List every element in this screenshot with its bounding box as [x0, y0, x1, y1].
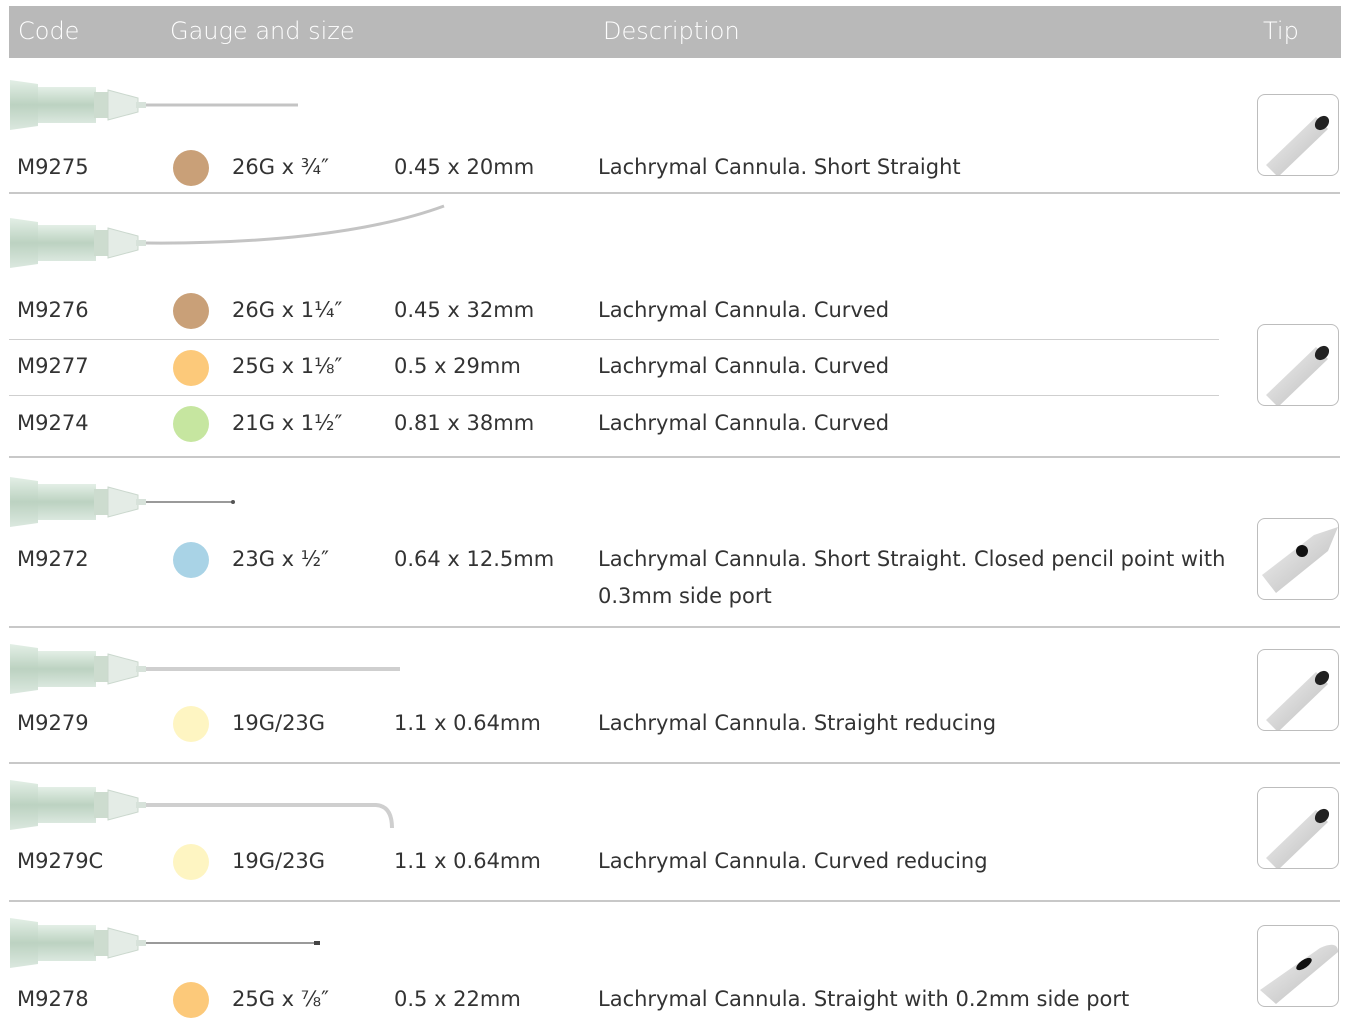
product-gauge: 26G x ¾″: [232, 155, 329, 179]
product-code: M9272: [17, 547, 89, 571]
header-description: Description: [603, 17, 740, 45]
product-code: M9278: [17, 987, 89, 1011]
product-gauge: 19G/23G: [232, 849, 326, 873]
hub-color-swatch: [173, 982, 209, 1018]
hub-color-swatch: [173, 350, 209, 386]
product-code: M9276: [17, 298, 89, 322]
product-size: 1.1 x 0.64mm: [394, 849, 541, 873]
product-description: Lachrymal Cannula. Curved reducing: [598, 849, 988, 873]
product-size: 0.5 x 29mm: [394, 354, 521, 378]
cannula-illustration-icon: [9, 476, 235, 528]
product-size: 0.45 x 20mm: [394, 155, 535, 179]
product-description-line2: 0.3mm side port: [598, 584, 772, 608]
product-gauge: 23G x ½″: [232, 547, 329, 571]
product-description: Lachrymal Cannula. Straight with 0.2mm s…: [598, 987, 1130, 1011]
row-divider: [9, 339, 1219, 340]
hub-color-swatch: [173, 706, 209, 742]
open-tip-icon: [1257, 94, 1339, 176]
row-divider: [9, 456, 1340, 458]
product-description: Lachrymal Cannula. Short Straight. Close…: [598, 547, 1226, 571]
product-code: M9275: [17, 155, 89, 179]
product-size: 0.81 x 38mm: [394, 411, 535, 435]
product-gauge: 25G x 1⅛″: [232, 354, 343, 378]
header-code: Code: [18, 17, 80, 45]
side-port-tip-icon: [1257, 925, 1339, 1007]
cannula-illustration-icon: [9, 779, 394, 831]
hub-color-swatch: [173, 844, 209, 880]
product-description: Lachrymal Cannula. Curved: [598, 354, 890, 378]
product-size: 0.45 x 32mm: [394, 298, 535, 322]
product-description: Lachrymal Cannula. Short Straight: [598, 155, 961, 179]
product-gauge: 26G x 1¼″: [232, 298, 343, 322]
product-code: M9274: [17, 411, 89, 435]
hub-color-swatch: [173, 150, 209, 186]
product-description: Lachrymal Cannula. Curved: [598, 298, 890, 322]
hub-color-swatch: [173, 542, 209, 578]
cannula-illustration-icon: [9, 79, 298, 131]
cannula-illustration-icon: [9, 643, 400, 695]
row-divider: [9, 762, 1340, 764]
product-gauge: 25G x ⅞″: [232, 987, 329, 1011]
row-divider: [9, 395, 1219, 396]
product-code: M9279: [17, 711, 89, 735]
cannula-illustration-icon: [9, 917, 320, 969]
product-size: 0.64 x 12.5mm: [394, 547, 555, 571]
table-header: Code Gauge and size Description Tip: [9, 6, 1341, 58]
product-code: M9277: [17, 354, 89, 378]
row-divider: [9, 192, 1340, 194]
row-divider: [9, 900, 1340, 902]
product-gauge: 21G x 1½″: [232, 411, 343, 435]
row-divider: [9, 626, 1340, 628]
header-gauge: Gauge and size: [170, 17, 355, 45]
open-tip-icon: [1257, 324, 1339, 406]
hub-color-swatch: [173, 293, 209, 329]
hub-color-swatch: [173, 406, 209, 442]
product-size: 0.5 x 22mm: [394, 987, 521, 1011]
open-tip-icon: [1257, 787, 1339, 869]
product-description: Lachrymal Cannula. Straight reducing: [598, 711, 997, 735]
product-description: Lachrymal Cannula. Curved: [598, 411, 890, 435]
open-tip-icon: [1257, 649, 1339, 731]
cannula-illustration-icon: [9, 204, 445, 269]
pencil-point-tip-icon: [1257, 518, 1339, 600]
product-size: 1.1 x 0.64mm: [394, 711, 541, 735]
product-gauge: 19G/23G: [232, 711, 326, 735]
header-tip: Tip: [1263, 17, 1299, 45]
product-code: M9279C: [17, 849, 104, 873]
